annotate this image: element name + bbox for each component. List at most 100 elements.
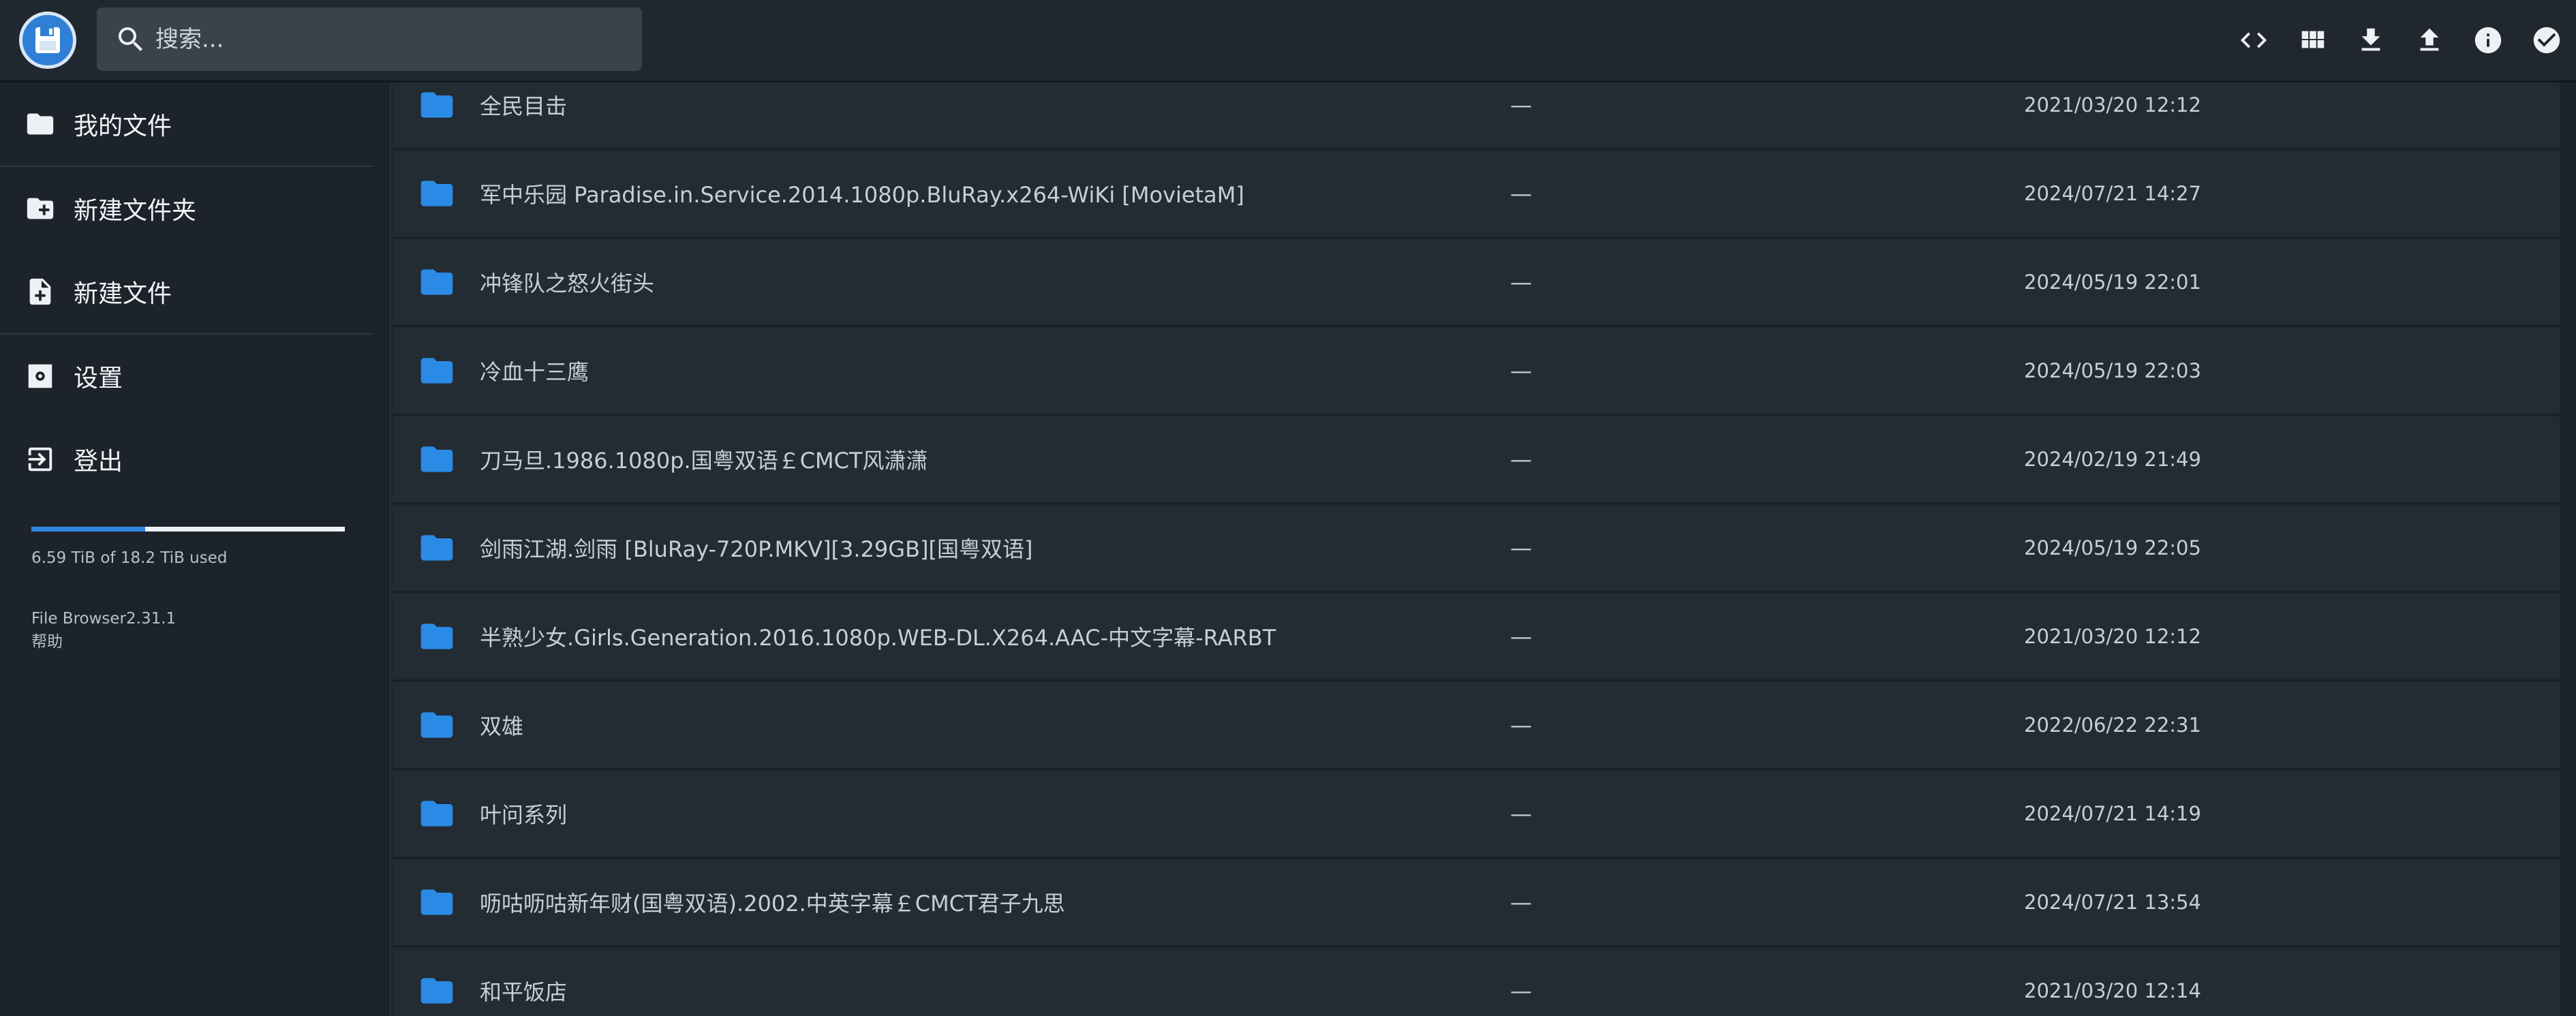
item-name: 全民目击 xyxy=(480,93,568,119)
item-name: 冲锋队之怒火街头 xyxy=(480,271,655,296)
folder-icon xyxy=(418,352,456,390)
item-modified: 2024/07/21 13:54 xyxy=(2024,891,2201,914)
disk-usage: 6.59 TiB of 18.2 TiB used xyxy=(31,527,345,567)
sidebar-item-label: 设置 xyxy=(74,365,123,392)
item-size: — xyxy=(1510,269,1532,295)
upload-button[interactable] xyxy=(2400,11,2459,70)
info-button[interactable] xyxy=(2459,11,2517,70)
list-item[interactable]: 全民目击 — 2021/03/20 12:12 xyxy=(393,82,2560,149)
item-name: 军中乐园 Paradise.in.Service.2014.1080p.BluR… xyxy=(480,182,1244,208)
folder-icon xyxy=(418,263,456,301)
item-modified: 2021/03/20 12:14 xyxy=(2024,979,2201,1002)
item-name: 叶问系列 xyxy=(480,802,568,828)
folder-icon xyxy=(418,617,456,656)
list-item[interactable]: 冲锋队之怒火街头 — 2024/05/19 22:01 xyxy=(393,239,2560,326)
item-name: 双雄 xyxy=(480,713,524,739)
folder-icon xyxy=(418,440,456,478)
app-name: File Browser xyxy=(31,610,126,628)
sidebar-item-logout[interactable]: 登出 xyxy=(0,418,390,501)
item-size: — xyxy=(1510,92,1532,118)
item-modified: 2024/05/19 22:03 xyxy=(2024,359,2201,382)
disk-usage-bar xyxy=(31,527,345,532)
item-modified: 2024/07/21 14:27 xyxy=(2024,182,2201,205)
search-box[interactable] xyxy=(97,7,642,71)
folder-icon xyxy=(418,883,456,921)
list-item[interactable]: 半熟少女.Girls.Generation.2016.1080p.WEB-DL.… xyxy=(393,594,2560,681)
select-multiple-button[interactable] xyxy=(2517,11,2576,70)
sidebar-item-settings[interactable]: 设置 xyxy=(0,335,390,418)
list-item[interactable]: 冷血十三鹰 — 2024/05/19 22:03 xyxy=(393,328,2560,415)
download-button[interactable] xyxy=(2342,11,2400,70)
folder-icon xyxy=(418,174,456,213)
file-add-icon xyxy=(29,278,51,305)
folder-icon xyxy=(27,113,54,135)
list-item[interactable]: 叶问系列 — 2024/07/21 14:19 xyxy=(393,771,2560,858)
list-item[interactable]: 刀马旦.1986.1080p.国粤双语￡CMCT风潇潇 — 2024/02/19… xyxy=(393,416,2560,504)
code-icon xyxy=(2240,32,2267,48)
upload-icon xyxy=(2420,28,2439,51)
item-name: 剑雨江湖.剑雨 [BluRay-720P.MKV][3.29GB][国粤双语] xyxy=(480,536,1033,562)
item-modified: 2024/02/19 21:49 xyxy=(2024,448,2201,471)
list-item[interactable]: 呖咕呖咕新年财(国粤双语).2002.中英字幕￡CMCT君子九思 — 2024/… xyxy=(393,859,2560,946)
item-name: 半熟少女.Girls.Generation.2016.1080p.WEB-DL.… xyxy=(480,625,1276,651)
list-item[interactable]: 军中乐园 Paradise.in.Service.2014.1080p.BluR… xyxy=(393,151,2560,238)
file-listing: 全民目击 — 2021/03/20 12:12 军中乐园 Paradise.in… xyxy=(393,82,2560,1016)
item-name: 刀马旦.1986.1080p.国粤双语￡CMCT风潇潇 xyxy=(480,448,928,474)
credits: File Browser2.31.1 帮助 xyxy=(31,607,176,653)
download-icon xyxy=(2361,28,2380,51)
item-size: — xyxy=(1510,712,1532,738)
check-circle-icon xyxy=(2533,27,2560,54)
toolbar xyxy=(2224,0,2576,80)
item-size: — xyxy=(1510,801,1532,827)
list-item[interactable]: 剑雨江湖.剑雨 [BluRay-720P.MKV][3.29GB][国粤双语] … xyxy=(393,505,2560,592)
sidebar: 我的文件 新建文件夹 新建文件 设置 登出 6.59 TiB of 18.2 T… xyxy=(0,82,391,1016)
folder-add-icon xyxy=(27,198,54,219)
list-item[interactable]: 双雄 — 2022/06/22 22:31 xyxy=(393,682,2560,769)
item-name: 和平饭店 xyxy=(480,979,568,1005)
folder-icon xyxy=(418,795,456,833)
item-modified: 2024/05/19 22:05 xyxy=(2024,536,2201,559)
search-icon xyxy=(119,27,142,51)
item-modified: 2021/03/20 12:12 xyxy=(2024,93,2201,117)
item-name: 冷血十三鹰 xyxy=(480,359,589,385)
floppy-disk-icon xyxy=(35,27,60,53)
switch-view-button[interactable] xyxy=(2283,11,2342,70)
sidebar-item-new-folder[interactable]: 新建文件夹 xyxy=(0,167,390,250)
sidebar-item-my-files[interactable]: 我的文件 xyxy=(0,82,390,166)
sidebar-item-new-file[interactable]: 新建文件 xyxy=(0,250,390,333)
folder-icon xyxy=(418,972,456,1010)
scrollbar[interactable] xyxy=(2560,82,2576,1016)
sidebar-item-label: 我的文件 xyxy=(74,112,172,140)
item-size: — xyxy=(1510,446,1532,472)
search-input[interactable] xyxy=(154,25,620,54)
item-modified: 2022/06/22 22:31 xyxy=(2024,713,2201,737)
item-size: — xyxy=(1510,181,1532,206)
app-logo[interactable] xyxy=(19,12,76,69)
item-size: — xyxy=(1510,624,1532,649)
item-size: — xyxy=(1510,889,1532,915)
item-modified: 2024/07/21 14:19 xyxy=(2024,802,2201,825)
code-view-button[interactable] xyxy=(2224,11,2283,70)
item-size: — xyxy=(1510,358,1532,384)
item-size: — xyxy=(1510,978,1532,1004)
help-link[interactable]: 帮助 xyxy=(31,630,176,653)
item-size: — xyxy=(1510,535,1532,561)
list-item[interactable]: 和平饭店 — 2021/03/20 12:14 xyxy=(393,948,2560,1016)
item-modified: 2024/05/19 22:01 xyxy=(2024,271,2201,294)
folder-icon xyxy=(418,86,456,124)
folder-icon xyxy=(418,706,456,744)
item-name: 呖咕呖咕新年财(国粤双语).2002.中英字幕￡CMCT君子九思 xyxy=(480,891,1065,917)
app-version: 2.31.1 xyxy=(126,610,177,628)
settings-icon xyxy=(28,364,52,388)
item-modified: 2021/03/20 12:12 xyxy=(2024,625,2201,648)
app-version-link[interactable]: File Browser2.31.1 xyxy=(31,607,176,630)
sidebar-item-label: 登出 xyxy=(74,448,123,476)
grid-view-icon xyxy=(2301,31,2325,48)
info-icon xyxy=(2474,27,2502,54)
sidebar-item-label: 新建文件 xyxy=(74,280,172,308)
sidebar-item-label: 新建文件夹 xyxy=(74,197,197,225)
top-bar xyxy=(0,0,2576,82)
disk-usage-text: 6.59 TiB of 18.2 TiB used xyxy=(31,549,228,567)
logout-icon xyxy=(28,447,52,472)
folder-icon xyxy=(418,529,456,567)
